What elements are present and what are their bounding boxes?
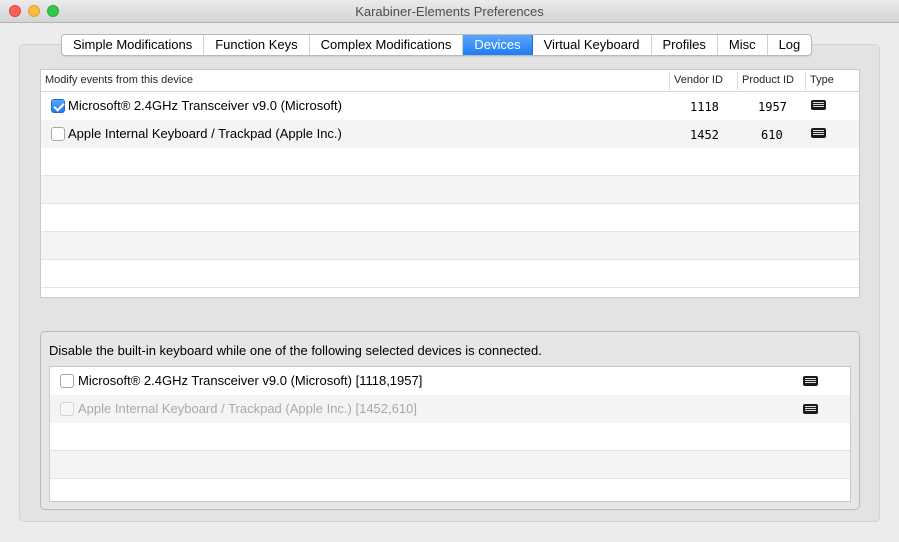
tab-function-keys[interactable]: Function Keys bbox=[204, 35, 310, 55]
table-row: Apple Internal Keyboard / Trackpad (Appl… bbox=[50, 395, 850, 423]
empty-row bbox=[50, 451, 850, 479]
tab-bar: Simple Modifications Function Keys Compl… bbox=[61, 34, 813, 56]
vendor-id: 1452 bbox=[690, 128, 719, 142]
product-id: 1957 bbox=[758, 100, 787, 114]
tab-log[interactable]: Log bbox=[768, 35, 812, 55]
table-row[interactable]: Microsoft® 2.4GHz Transceiver v9.0 (Micr… bbox=[41, 92, 859, 120]
table-row[interactable]: Apple Internal Keyboard / Trackpad (Appl… bbox=[41, 120, 859, 148]
device-name: Apple Internal Keyboard / Trackpad (Appl… bbox=[68, 126, 342, 141]
disable-devices-table: Microsoft® 2.4GHz Transceiver v9.0 (Micr… bbox=[49, 366, 851, 502]
product-id: 610 bbox=[761, 128, 783, 142]
empty-row bbox=[50, 479, 850, 501]
table-header: Modify events from this device Vendor ID… bbox=[41, 70, 859, 92]
column-header-device[interactable]: Modify events from this device bbox=[45, 74, 193, 86]
table-row[interactable]: Microsoft® 2.4GHz Transceiver v9.0 (Micr… bbox=[50, 367, 850, 395]
empty-row bbox=[41, 176, 859, 204]
device-name: Microsoft® 2.4GHz Transceiver v9.0 (Micr… bbox=[68, 98, 342, 113]
empty-row bbox=[41, 260, 859, 288]
group-label: Disable the built-in keyboard while one … bbox=[49, 343, 542, 358]
empty-row bbox=[50, 423, 850, 451]
disable-checkbox[interactable] bbox=[60, 374, 74, 388]
tab-simple-modifications[interactable]: Simple Modifications bbox=[62, 35, 205, 55]
keyboard-icon bbox=[803, 376, 818, 386]
keyboard-icon bbox=[811, 100, 826, 110]
column-divider bbox=[805, 72, 806, 90]
table-bottom-strip bbox=[41, 287, 859, 297]
disable-checkbox bbox=[60, 402, 74, 416]
tab-profiles[interactable]: Profiles bbox=[652, 35, 718, 55]
tab-virtual-keyboard[interactable]: Virtual Keyboard bbox=[533, 35, 652, 55]
column-header-product-id[interactable]: Product ID bbox=[742, 74, 794, 86]
device-name: Apple Internal Keyboard / Trackpad (Appl… bbox=[78, 401, 417, 416]
keyboard-icon bbox=[811, 128, 826, 138]
tab-misc[interactable]: Misc bbox=[718, 35, 768, 55]
device-checkbox[interactable] bbox=[51, 127, 65, 141]
empty-row bbox=[41, 148, 859, 176]
vendor-id: 1118 bbox=[690, 100, 719, 114]
column-header-type[interactable]: Type bbox=[810, 74, 834, 86]
tab-devices[interactable]: Devices bbox=[463, 35, 533, 55]
window-title: Karabiner-Elements Preferences bbox=[355, 4, 544, 19]
column-divider bbox=[737, 72, 738, 90]
title-bar: Karabiner-Elements Preferences bbox=[0, 0, 899, 23]
devices-table: Modify events from this device Vendor ID… bbox=[40, 69, 860, 298]
disable-builtin-keyboard-group: Disable the built-in keyboard while one … bbox=[40, 331, 860, 510]
device-checkbox[interactable] bbox=[51, 99, 65, 113]
column-divider bbox=[669, 72, 670, 90]
empty-row bbox=[41, 232, 859, 260]
column-header-vendor-id[interactable]: Vendor ID bbox=[674, 74, 723, 86]
empty-row bbox=[41, 204, 859, 232]
keyboard-icon bbox=[803, 404, 818, 414]
device-name: Microsoft® 2.4GHz Transceiver v9.0 (Micr… bbox=[78, 373, 423, 388]
tab-complex-modifications[interactable]: Complex Modifications bbox=[310, 35, 464, 55]
